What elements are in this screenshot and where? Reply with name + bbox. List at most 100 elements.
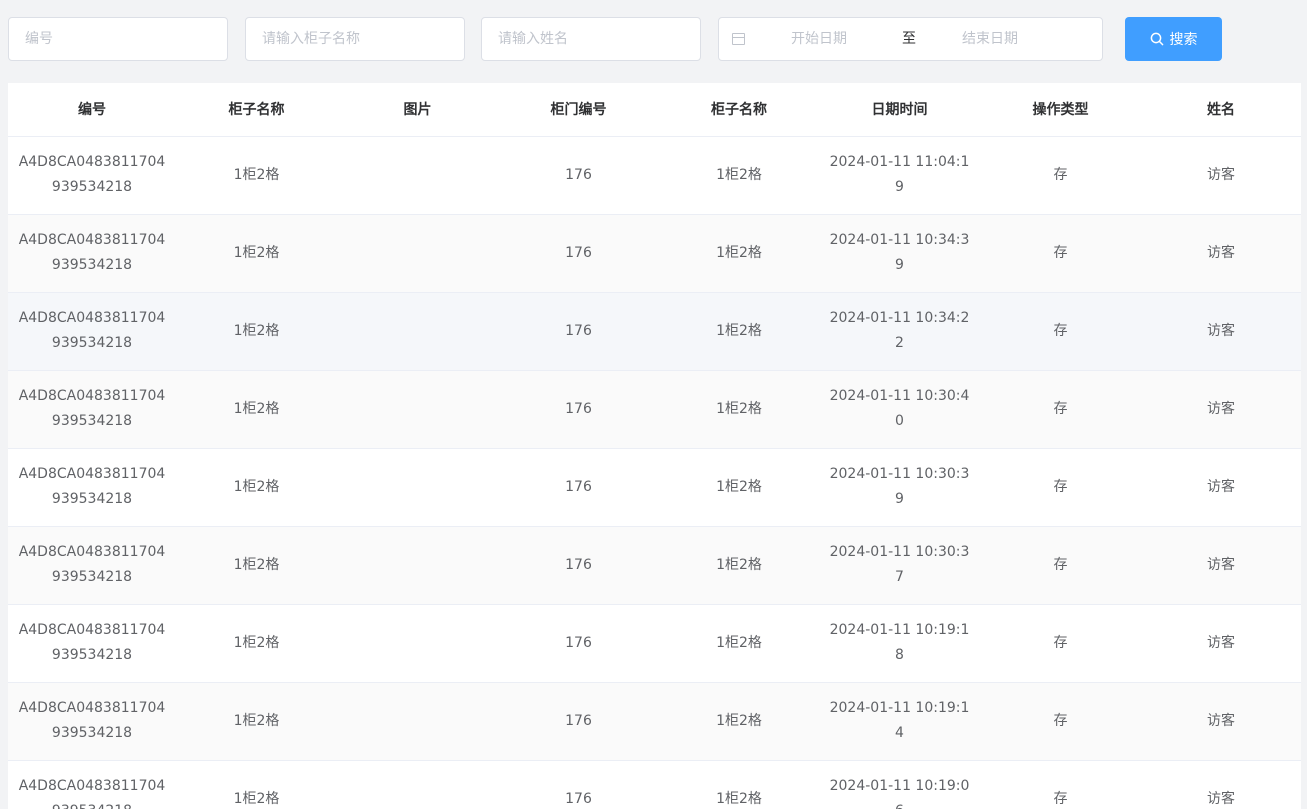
cell-image — [337, 292, 498, 371]
date-end-input[interactable]: 结束日期 — [962, 18, 1072, 60]
records-table: 编号 柜子名称 图片 柜门编号 柜子名称 日期时间 操作类型 姓名 A4D8CA0483811… — [8, 83, 1301, 809]
table-row[interactable]: A4D8CA04838117049395342181柜2格1761柜2格2024… — [8, 604, 1301, 683]
cabinet-name-input[interactable] — [245, 17, 465, 61]
table-row[interactable]: A4D8CA04838117049395342181柜2格1761柜2格2024… — [8, 136, 1301, 215]
cell-door-number: 176 — [498, 760, 659, 809]
cell-code: A4D8CA0483811704939534218 — [8, 760, 176, 809]
name-input[interactable] — [481, 17, 701, 61]
table-header-row: 编号 柜子名称 图片 柜门编号 柜子名称 日期时间 操作类型 姓名 — [8, 83, 1301, 137]
cell-door-number: 176 — [498, 604, 659, 683]
cell-cabinet-name: 1柜2格 — [176, 604, 337, 683]
cell-name: 访客 — [1141, 526, 1301, 605]
table-row[interactable]: A4D8CA04838117049395342181柜2格1761柜2格2024… — [8, 370, 1301, 449]
cell-operation-type: 存 — [980, 370, 1141, 449]
cell-cabinet-name-2: 1柜2格 — [659, 292, 819, 371]
cell-datetime: 2024-01-11 10:30:37 — [819, 526, 980, 605]
cell-name: 访客 — [1141, 448, 1301, 527]
code-input[interactable] — [8, 17, 228, 61]
cell-name: 访客 — [1141, 604, 1301, 683]
cell-code: A4D8CA0483811704939534218 — [8, 448, 176, 527]
col-cabinet-name-2-header: 柜子名称 — [659, 83, 819, 137]
table-row[interactable]: A4D8CA04838117049395342181柜2格1761柜2格2024… — [8, 214, 1301, 293]
cell-cabinet-name: 1柜2格 — [176, 448, 337, 527]
cell-datetime: 2024-01-11 10:34:22 — [819, 292, 980, 371]
calendar-icon — [732, 33, 745, 45]
cell-cabinet-name-2: 1柜2格 — [659, 370, 819, 449]
cell-datetime: 2024-01-11 10:34:39 — [819, 214, 980, 293]
cell-datetime: 2024-01-11 10:19:14 — [819, 682, 980, 761]
cell-cabinet-name-2: 1柜2格 — [659, 760, 819, 809]
cell-operation-type: 存 — [980, 136, 1141, 215]
cell-cabinet-name: 1柜2格 — [176, 682, 337, 761]
col-datetime-header: 日期时间 — [819, 83, 980, 137]
col-code-header: 编号 — [8, 83, 176, 137]
table-row[interactable]: A4D8CA04838117049395342181柜2格1761柜2格2024… — [8, 292, 1301, 371]
cell-name: 访客 — [1141, 214, 1301, 293]
cell-code: A4D8CA0483811704939534218 — [8, 292, 176, 371]
cell-code: A4D8CA0483811704939534218 — [8, 370, 176, 449]
cell-image — [337, 448, 498, 527]
cell-datetime: 2024-01-11 10:19:06 — [819, 760, 980, 809]
cell-code: A4D8CA0483811704939534218 — [8, 136, 176, 215]
cell-datetime: 2024-01-11 10:30:39 — [819, 448, 980, 527]
cell-image — [337, 604, 498, 683]
cell-operation-type: 存 — [980, 526, 1141, 605]
cell-door-number: 176 — [498, 448, 659, 527]
cell-cabinet-name: 1柜2格 — [176, 136, 337, 215]
col-operation-type-header: 操作类型 — [980, 83, 1141, 137]
date-range-picker[interactable]: 开始日期 至 结束日期 — [718, 17, 1103, 61]
cell-cabinet-name-2: 1柜2格 — [659, 682, 819, 761]
table-row[interactable]: A4D8CA04838117049395342181柜2格1761柜2格2024… — [8, 760, 1301, 809]
cell-datetime: 2024-01-11 10:19:18 — [819, 604, 980, 683]
cell-code: A4D8CA0483811704939534218 — [8, 526, 176, 605]
cell-name: 访客 — [1141, 136, 1301, 215]
cell-code: A4D8CA0483811704939534218 — [8, 682, 176, 761]
filter-toolbar: 开始日期 至 结束日期 搜索 — [0, 0, 1307, 83]
cell-image — [337, 760, 498, 809]
cell-image — [337, 214, 498, 293]
cell-image — [337, 526, 498, 605]
cell-name: 访客 — [1141, 370, 1301, 449]
date-separator: 至 — [902, 31, 916, 47]
search-icon — [1150, 32, 1163, 46]
col-cabinet-name-header: 柜子名称 — [176, 83, 337, 137]
cell-operation-type: 存 — [980, 448, 1141, 527]
cell-cabinet-name-2: 1柜2格 — [659, 604, 819, 683]
cell-door-number: 176 — [498, 526, 659, 605]
col-name-header: 姓名 — [1141, 83, 1301, 137]
cell-door-number: 176 — [498, 136, 659, 215]
cell-door-number: 176 — [498, 214, 659, 293]
cell-image — [337, 682, 498, 761]
search-button[interactable]: 搜索 — [1125, 17, 1222, 61]
cell-cabinet-name-2: 1柜2格 — [659, 214, 819, 293]
table-row[interactable]: A4D8CA04838117049395342181柜2格1761柜2格2024… — [8, 526, 1301, 605]
cell-datetime: 2024-01-11 10:30:40 — [819, 370, 980, 449]
date-start-input[interactable]: 开始日期 — [791, 18, 901, 60]
cell-cabinet-name-2: 1柜2格 — [659, 448, 819, 527]
cell-operation-type: 存 — [980, 214, 1141, 293]
cell-code: A4D8CA0483811704939534218 — [8, 214, 176, 293]
cell-cabinet-name: 1柜2格 — [176, 526, 337, 605]
search-button-label: 搜索 — [1169, 32, 1198, 48]
cell-cabinet-name: 1柜2格 — [176, 760, 337, 809]
cell-cabinet-name-2: 1柜2格 — [659, 526, 819, 605]
cell-door-number: 176 — [498, 682, 659, 761]
cell-cabinet-name: 1柜2格 — [176, 214, 337, 293]
cell-door-number: 176 — [498, 370, 659, 449]
cell-image — [337, 136, 498, 215]
table-row[interactable]: A4D8CA04838117049395342181柜2格1761柜2格2024… — [8, 682, 1301, 761]
cell-name: 访客 — [1141, 682, 1301, 761]
cell-name: 访客 — [1141, 760, 1301, 809]
cell-door-number: 176 — [498, 292, 659, 371]
cell-cabinet-name-2: 1柜2格 — [659, 136, 819, 215]
cell-cabinet-name: 1柜2格 — [176, 370, 337, 449]
cell-cabinet-name: 1柜2格 — [176, 292, 337, 371]
cell-name: 访客 — [1141, 292, 1301, 371]
col-image-header: 图片 — [337, 83, 498, 137]
cell-operation-type: 存 — [980, 760, 1141, 809]
cell-code: A4D8CA0483811704939534218 — [8, 604, 176, 683]
table-row[interactable]: A4D8CA04838117049395342181柜2格1761柜2格2024… — [8, 448, 1301, 527]
cell-operation-type: 存 — [980, 682, 1141, 761]
col-door-number-header: 柜门编号 — [498, 83, 659, 137]
cell-image — [337, 370, 498, 449]
